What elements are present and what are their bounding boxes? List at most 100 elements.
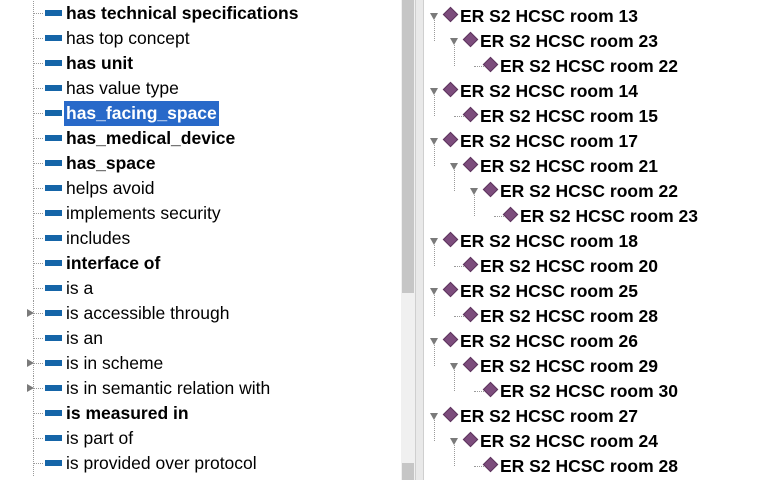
tree-guide-line [33, 213, 43, 214]
property-label: has_space [66, 153, 156, 173]
property-tree-item[interactable]: has technical specifications [0, 1, 401, 26]
individual-diamond-icon [482, 456, 499, 473]
property-label: is provided over protocol [66, 453, 257, 473]
collapse-arrow-icon[interactable] [430, 338, 438, 345]
individual-diamond-icon [442, 331, 459, 348]
property-tree-item[interactable]: is provided over protocol [0, 451, 401, 476]
individual-diamond-icon [442, 81, 459, 98]
individual-label: ER S2 HCSC room 26 [460, 331, 638, 351]
object-property-icon [45, 435, 62, 441]
property-tree-item[interactable]: includes [0, 226, 401, 251]
tree-guide-line [33, 313, 43, 314]
object-property-icon [45, 10, 62, 16]
tree-guide-line [33, 88, 43, 89]
collapse-arrow-icon[interactable] [450, 163, 458, 170]
collapse-arrow-icon[interactable] [450, 38, 458, 45]
property-label: has_medical_device [66, 128, 236, 148]
individual-label: ER S2 HCSC room 18 [460, 231, 638, 251]
tree-guide-line [33, 63, 43, 64]
individual-tree: ER S2 HCSC room 13 ER S2 HCSC room 23 ER S… [424, 0, 768, 480]
collapse-arrow-icon[interactable] [430, 88, 438, 95]
property-tree-item[interactable]: is part of [0, 426, 401, 451]
tree-guide-line [33, 238, 43, 239]
collapse-arrow-icon[interactable] [450, 438, 458, 445]
property-tree-item[interactable]: is accessible through [0, 301, 401, 326]
individual-label: ER S2 HCSC room 28 [500, 456, 678, 476]
expand-arrow-icon[interactable] [27, 359, 34, 367]
tree-guide-line [33, 338, 43, 339]
property-tree-item[interactable]: has_space [0, 151, 401, 176]
scrollbar-thumb-lower[interactable] [402, 463, 414, 480]
tree-guide-line [434, 95, 435, 116]
tree-guide-line [33, 38, 43, 39]
property-label: is in scheme [66, 353, 164, 373]
property-label: has value type [66, 78, 179, 98]
collapse-arrow-icon[interactable] [430, 138, 438, 145]
collapse-arrow-icon[interactable] [430, 288, 438, 295]
property-label: is measured in [66, 403, 189, 423]
individual-diamond-icon [462, 31, 479, 48]
property-tree-item[interactable]: is an [0, 326, 401, 351]
individual-diamond-icon [482, 56, 499, 73]
individual-label: ER S2 HCSC room 29 [480, 356, 658, 376]
object-property-icon [45, 185, 62, 191]
individual-label: ER S2 HCSC room 25 [460, 281, 638, 301]
property-tree-item[interactable]: is in semantic relation with [0, 376, 401, 401]
pane-splitter[interactable] [415, 0, 424, 480]
tree-guide-line [33, 438, 43, 439]
individual-label: ER S2 HCSC room 21 [480, 156, 658, 176]
tree-guide-line [434, 295, 435, 316]
collapse-arrow-icon[interactable] [430, 413, 438, 420]
property-label: implements security [66, 203, 221, 223]
collapse-arrow-icon[interactable] [450, 363, 458, 370]
object-property-icon [45, 60, 62, 66]
property-tree-item[interactable]: interface of [0, 251, 401, 276]
property-tree-item[interactable]: has value type [0, 76, 401, 101]
property-tree-item[interactable]: has unit [0, 51, 401, 76]
tree-guide-line [33, 163, 43, 164]
individual-diamond-icon [482, 381, 499, 398]
property-label: interface of [66, 253, 161, 273]
property-tree-item[interactable]: is measured in [0, 401, 401, 426]
object-property-icon [45, 210, 62, 216]
object-property-icon [45, 360, 62, 366]
tree-guide-line [454, 370, 455, 391]
individual-diamond-icon [442, 6, 459, 23]
tree-guide-line [33, 288, 43, 289]
individual-diamond-icon [462, 256, 479, 273]
individual-diamond-icon [462, 306, 479, 323]
property-tree-item[interactable]: is in scheme [0, 351, 401, 376]
individual-diamond-icon [482, 181, 499, 198]
tree-guide-line [454, 45, 455, 66]
expand-arrow-icon[interactable] [27, 384, 34, 392]
collapse-arrow-icon[interactable] [470, 188, 478, 195]
individual-label: ER S2 HCSC room 17 [460, 131, 638, 151]
tree-guide-line [434, 145, 435, 166]
object-property-icon [45, 160, 62, 166]
tree-guide-line [33, 413, 43, 414]
tree-guide-line [434, 420, 435, 441]
property-tree-item[interactable]: is a [0, 276, 401, 301]
tree-guide-line [474, 195, 475, 216]
property-tree-scrollbar[interactable] [401, 0, 415, 480]
object-property-icon [45, 460, 62, 466]
expand-arrow-icon[interactable] [27, 309, 34, 317]
object-property-icon [45, 85, 62, 91]
property-label: is accessible through [66, 303, 230, 323]
property-tree-item[interactable]: has top concept [0, 26, 401, 51]
individual-label: ER S2 HCSC room 24 [480, 431, 658, 451]
collapse-arrow-icon[interactable] [430, 13, 438, 20]
property-tree-item[interactable]: implements security [0, 201, 401, 226]
property-tree-item[interactable]: helps avoid [0, 176, 401, 201]
individual-label: ER S2 HCSC room 23 [480, 31, 658, 51]
individual-label: ER S2 HCSC room 15 [480, 106, 658, 126]
property-tree-item[interactable]: has_facing_space [0, 101, 401, 126]
scrollbar-thumb[interactable] [402, 0, 414, 293]
collapse-arrow-icon[interactable] [430, 238, 438, 245]
individual-diamond-icon [442, 131, 459, 148]
individual-diamond-icon [462, 156, 479, 173]
tree-guide-line [33, 13, 43, 14]
property-tree-item[interactable]: has_medical_device [0, 126, 401, 151]
property-label: has technical specifications [66, 3, 299, 23]
property-label: is an [66, 328, 103, 348]
